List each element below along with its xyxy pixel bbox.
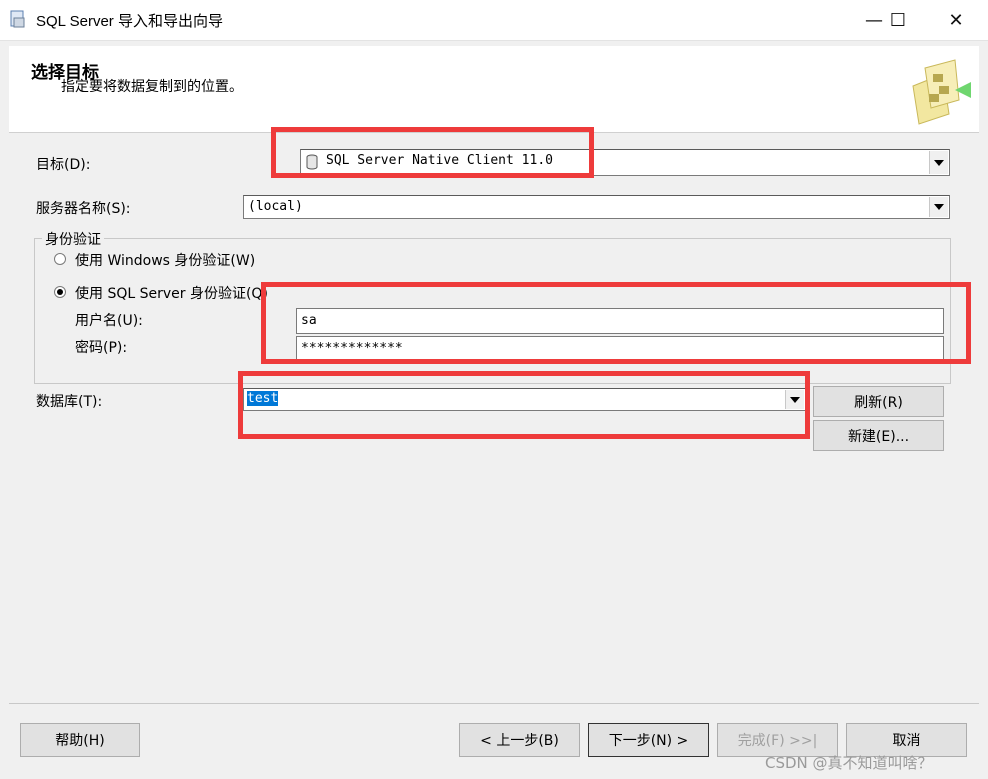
server-select[interactable]: (local): [243, 195, 950, 219]
database-label: 数据库(T):: [36, 394, 103, 410]
auth-sql-radio[interactable]: [54, 286, 66, 298]
wizard-app-icon: [10, 10, 25, 28]
auth-group-label: 身份验证: [42, 229, 104, 249]
password-label: 密码(P):: [75, 340, 128, 356]
close-button[interactable]: ✕: [932, 0, 980, 40]
back-button[interactable]: < 上一步(B): [459, 723, 580, 757]
auth-sql-label[interactable]: 使用 SQL Server 身份验证(Q): [75, 283, 268, 303]
new-database-button[interactable]: 新建(E)...: [813, 420, 944, 451]
destination-dropdown-button[interactable]: [929, 151, 948, 174]
refresh-button[interactable]: 刷新(R): [813, 386, 944, 417]
page-subtitle: 指定要将数据复制到的位置。: [61, 79, 243, 95]
destination-label: 目标(D):: [36, 157, 91, 173]
help-button[interactable]: 帮助(H): [20, 723, 140, 757]
highlight-box-credentials: [261, 282, 971, 364]
auth-windows-label[interactable]: 使用 Windows 身份验证(W): [75, 250, 255, 270]
chevron-down-icon: [934, 159, 944, 166]
auth-windows-radio[interactable]: [54, 253, 66, 265]
maximize-button[interactable]: ☐: [874, 0, 922, 40]
server-dropdown-button[interactable]: [929, 197, 948, 217]
server-label: 服务器名称(S):: [36, 201, 131, 217]
footer-divider: [9, 703, 979, 704]
highlight-box-destination: [271, 127, 594, 178]
username-label: 用户名(U):: [75, 313, 143, 329]
watermark: CSDN @真不知道叫啥？: [765, 754, 933, 772]
wizard-header: 选择目标 指定要将数据复制到的位置。: [9, 46, 979, 133]
next-button[interactable]: 下一步(N) >: [588, 723, 709, 757]
chevron-down-icon: [934, 204, 944, 210]
highlight-box-database: [238, 371, 810, 439]
window-title: SQL Server 导入和导出向导: [36, 13, 223, 30]
wizard-logo-icon: [912, 59, 971, 125]
server-value: (local): [248, 199, 303, 214]
title-bar: SQL Server 导入和导出向导 — ☐ ✕: [0, 0, 988, 41]
